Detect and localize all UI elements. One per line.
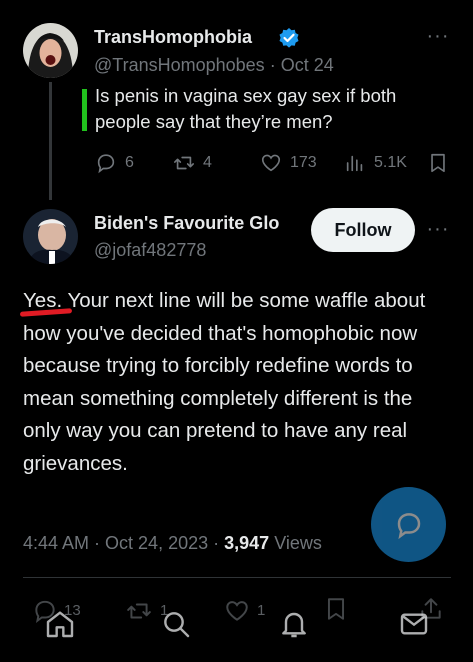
tweet1-retweet-count: 4 (203, 154, 212, 171)
tweet1-avatar[interactable] (23, 23, 78, 78)
thread-connector-line (49, 82, 52, 200)
separator-dot: · (89, 533, 106, 553)
tweet2-meta: 4:44 AM · Oct 24, 2023 · 3,947 Views (23, 533, 322, 554)
separator-dot: · (264, 55, 281, 75)
retweet-icon (174, 156, 194, 170)
follow-button[interactable]: Follow (311, 208, 415, 252)
separator-dot: · (208, 533, 225, 553)
tweet2-time[interactable]: 4:44 AM (23, 533, 89, 553)
tweet2-display-name[interactable]: Biden's Favourite Glo (94, 213, 298, 234)
highlight-bar (82, 89, 87, 131)
tweet1-reply-action[interactable]: 6 (95, 152, 134, 174)
tweet2-views-label[interactable]: Views (274, 533, 322, 553)
tweet1-display-name[interactable]: TransHomophobia (94, 27, 252, 48)
bottom-area: 13 1 1 (0, 590, 473, 662)
tweet1-views-count: 5.1K (374, 154, 407, 171)
tweet2-text: Yes. Your next line will be some waffle … (23, 289, 426, 475)
tweet2-retweet-icon[interactable] (126, 598, 152, 624)
divider (23, 577, 451, 578)
reply-icon (97, 154, 115, 174)
tweet2-avatar[interactable] (23, 209, 78, 264)
tweet1-handle-line: @TransHomophobes · Oct 24 (94, 55, 334, 76)
compose-reply-icon (397, 512, 420, 539)
tweet2-like-count: 1 (257, 602, 266, 619)
tweet2-more-icon[interactable]: ··· (426, 217, 450, 241)
compose-reply-button[interactable] (371, 487, 446, 562)
tweet1-like-action[interactable]: 173 (260, 152, 317, 174)
tweet2-bookmark-icon[interactable] (323, 596, 349, 622)
tweet1-like-count: 173 (290, 154, 317, 171)
home-icon[interactable] (44, 608, 76, 640)
tweet2-date[interactable]: Oct 24, 2023 (105, 533, 208, 553)
messages-icon[interactable] (398, 608, 430, 640)
tweet1-views-action[interactable]: 5.1K (344, 152, 407, 174)
bookmark-icon[interactable] (427, 152, 449, 174)
tweet1-retweet-action[interactable]: 4 (173, 152, 212, 174)
tweet2-handle[interactable]: @jofaf482778 (94, 240, 206, 261)
tweet1-date[interactable]: Oct 24 (281, 55, 334, 75)
views-bar-icon (346, 155, 363, 172)
search-icon[interactable] (160, 608, 192, 640)
tweet2-views-count: 3,947 (224, 533, 270, 553)
heart-icon (261, 154, 281, 172)
tweet1-text: Is penis in vagina sex gay sex if both p… (95, 85, 397, 132)
more-horizontal-icon[interactable]: ··· (426, 24, 450, 48)
tweet2-heart-icon[interactable] (224, 598, 250, 624)
tweet1-handle[interactable]: @TransHomophobes (94, 55, 265, 75)
tweet1-reply-count: 6 (125, 154, 134, 171)
verified-badge-icon (279, 28, 299, 48)
notifications-icon[interactable] (278, 608, 310, 640)
